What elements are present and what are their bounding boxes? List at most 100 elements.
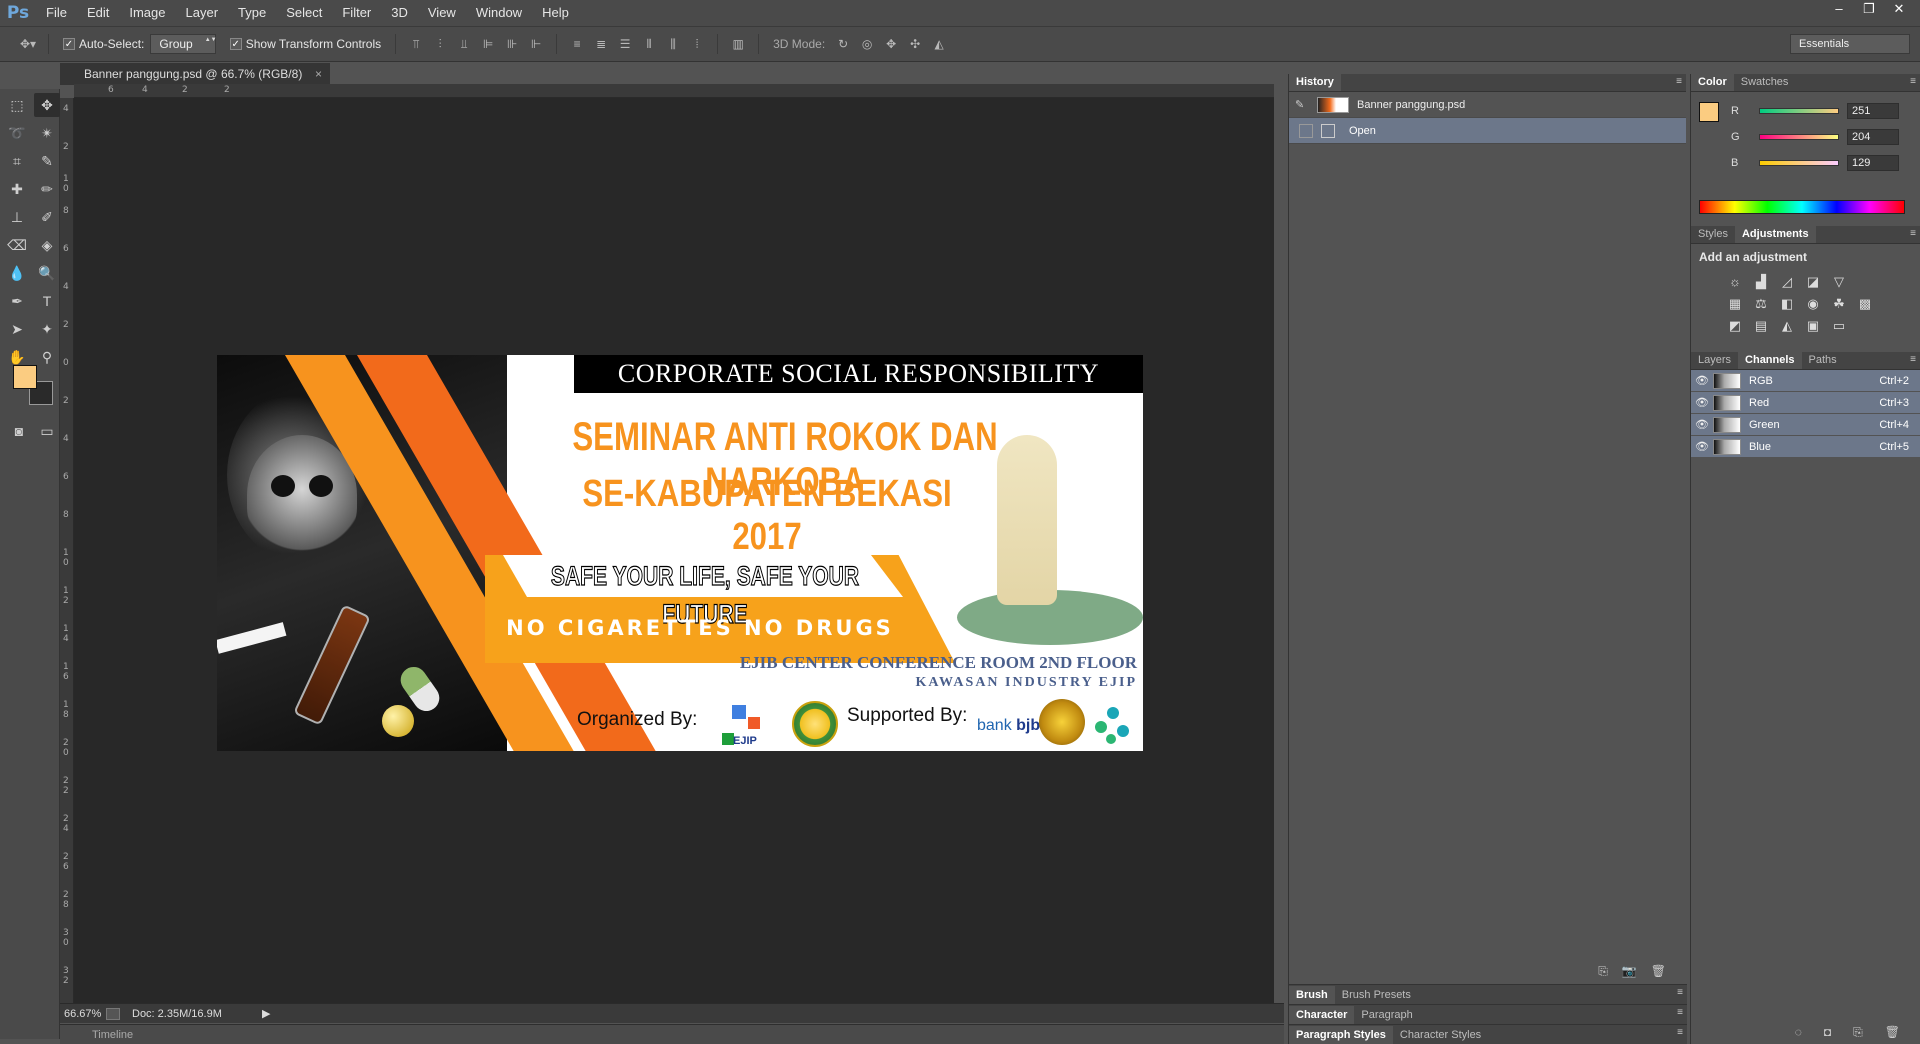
clone-stamp-tool-icon[interactable]: ⊥	[4, 205, 30, 229]
workspace-dropdown[interactable]: Essentials	[1790, 34, 1910, 54]
tab-channels[interactable]: Channels	[1738, 352, 1802, 369]
rotate-3d-icon[interactable]: ↻	[833, 36, 853, 52]
color-lookup-icon[interactable]: ▩	[1853, 296, 1877, 312]
menu-image[interactable]: Image	[119, 0, 175, 26]
align-hcenter-icon[interactable]: ⊪	[502, 36, 522, 52]
load-channel-selection-icon[interactable]: ◌	[1795, 1025, 1802, 1040]
posterize-icon[interactable]: ▤	[1749, 318, 1773, 334]
foreground-color-swatch[interactable]	[13, 365, 37, 389]
align-right-icon[interactable]: ⊩	[526, 36, 546, 52]
brightness-icon[interactable]: ☼	[1723, 274, 1747, 290]
zoom-level[interactable]: 66.67%	[64, 1008, 104, 1020]
align-left-icon[interactable]: ⊫	[478, 36, 498, 52]
gradient-map-icon[interactable]: ▭	[1827, 318, 1851, 334]
blue-slider[interactable]	[1759, 160, 1839, 166]
vibrance-icon[interactable]: ▽	[1827, 274, 1851, 290]
exposure-icon[interactable]: ◪	[1801, 274, 1825, 290]
tab-layers[interactable]: Layers	[1691, 352, 1738, 369]
black-white-icon[interactable]: ◧	[1775, 296, 1799, 312]
tab-color[interactable]: Color	[1691, 74, 1734, 91]
eraser-tool-icon[interactable]: ⌫	[4, 233, 30, 257]
dodge-tool-icon[interactable]: 🔍	[34, 261, 60, 285]
green-value-input[interactable]: 204	[1847, 129, 1899, 145]
healing-brush-tool-icon[interactable]: ✚	[4, 177, 30, 201]
distribute-right-icon[interactable]: ⦙	[687, 36, 707, 52]
move-tool-icon[interactable]: ✥	[34, 93, 60, 117]
path-selection-tool-icon[interactable]: ➤	[4, 317, 30, 341]
green-slider[interactable]	[1759, 134, 1839, 140]
status-menu-arrow-icon[interactable]: ▶	[262, 1007, 270, 1020]
visibility-eye-icon[interactable]: 👁	[1691, 396, 1713, 409]
tab-paragraph-styles[interactable]: Paragraph Styles	[1289, 1025, 1393, 1044]
distribute-vcenter-icon[interactable]: ≣	[591, 36, 611, 52]
history-brush-source-icon[interactable]: ✎	[1295, 98, 1309, 111]
minimize-button[interactable]: –	[1824, 0, 1854, 18]
distribute-hcenter-icon[interactable]: ⫼	[663, 36, 683, 52]
roll-3d-icon[interactable]: ◎	[857, 36, 877, 52]
red-slider[interactable]	[1759, 108, 1839, 114]
auto-select-dropdown[interactable]: Group	[150, 34, 216, 54]
panel-menu-icon[interactable]: ≡	[1910, 76, 1916, 87]
invert-icon[interactable]: ◩	[1723, 318, 1747, 334]
visibility-eye-icon[interactable]: 👁	[1691, 440, 1713, 453]
menu-window[interactable]: Window	[466, 0, 532, 26]
threshold-icon[interactable]: ◭	[1775, 318, 1799, 334]
shape-tool-icon[interactable]: ✦	[34, 317, 60, 341]
channel-row[interactable]: 👁 Green Ctrl+4	[1691, 414, 1920, 436]
close-button[interactable]: ✕	[1884, 0, 1914, 18]
new-document-from-state-icon[interactable]: ⎘	[1598, 964, 1608, 979]
menu-view[interactable]: View	[418, 0, 466, 26]
create-snapshot-icon[interactable]: 📷	[1622, 964, 1637, 979]
color-foreground-swatch[interactable]	[1699, 102, 1719, 122]
history-brush-tool-icon[interactable]: ✐	[34, 205, 60, 229]
panel-menu-icon[interactable]: ≡	[1677, 1027, 1683, 1038]
color-spectrum-bar[interactable]	[1699, 200, 1905, 214]
align-vcenter-icon[interactable]: ⫶	[430, 36, 450, 52]
crop-tool-icon[interactable]: ⌗	[4, 149, 30, 173]
blur-tool-icon[interactable]: 💧	[4, 261, 30, 285]
distribute-top-icon[interactable]: ≡	[567, 36, 587, 52]
screen-mode-icon[interactable]: ▭	[34, 419, 60, 443]
visibility-eye-icon[interactable]: 👁	[1691, 418, 1713, 431]
paint-bucket-tool-icon[interactable]: ◈	[34, 233, 60, 257]
panel-menu-icon[interactable]: ≡	[1910, 228, 1916, 239]
banner-image[interactable]: CORPORATE SOCIAL RESPONSIBILITY SEMINAR …	[217, 355, 1143, 751]
move-tool-preset-icon[interactable]: ✥▾	[18, 36, 38, 52]
lasso-tool-icon[interactable]: ➰	[4, 121, 30, 145]
menu-file[interactable]: File	[36, 0, 77, 26]
tab-paragraph[interactable]: Paragraph	[1354, 1006, 1419, 1024]
curves-icon[interactable]: ◿	[1775, 274, 1799, 290]
hue-saturation-icon[interactable]: ▦	[1723, 296, 1747, 312]
photo-filter-icon[interactable]: ◉	[1801, 296, 1825, 312]
panel-menu-icon[interactable]: ≡	[1910, 354, 1916, 365]
tab-brush[interactable]: Brush	[1289, 985, 1335, 1004]
pan-3d-icon[interactable]: ✥	[881, 36, 901, 52]
tab-paths[interactable]: Paths	[1802, 352, 1844, 369]
tab-brush-presets[interactable]: Brush Presets	[1335, 986, 1418, 1004]
tab-character[interactable]: Character	[1289, 1005, 1355, 1024]
align-top-icon[interactable]: ⫪	[406, 36, 426, 52]
auto-select-checkbox[interactable]: ✓ Auto-Select:	[63, 37, 144, 51]
zoom-tool-icon[interactable]: ⚲	[34, 345, 60, 369]
panel-menu-icon[interactable]: ≡	[1677, 1007, 1683, 1018]
blue-value-input[interactable]: 129	[1847, 155, 1899, 171]
menu-edit[interactable]: Edit	[77, 0, 119, 26]
tab-adjustments[interactable]: Adjustments	[1734, 226, 1816, 243]
panel-menu-icon[interactable]: ≡	[1677, 987, 1683, 998]
panel-menu-icon[interactable]: ≡	[1676, 76, 1682, 87]
channel-row[interactable]: 👁 RGB Ctrl+2	[1691, 370, 1920, 392]
restore-button[interactable]: ❐	[1854, 0, 1884, 18]
delete-state-icon[interactable]: 🗑	[1651, 964, 1666, 979]
menu-type[interactable]: Type	[228, 0, 276, 26]
status-info-icon[interactable]	[106, 1007, 120, 1020]
tab-character-styles[interactable]: Character Styles	[1393, 1026, 1488, 1044]
channel-mixer-icon[interactable]: ☘	[1827, 296, 1851, 312]
timeline-panel[interactable]: Timeline	[60, 1024, 1284, 1044]
brush-tool-icon[interactable]: ✏	[34, 177, 60, 201]
levels-icon[interactable]: ▟	[1749, 274, 1773, 290]
history-snapshot-row[interactable]: ✎ Banner panggung.psd	[1289, 92, 1686, 118]
marquee-tool-icon[interactable]: ⬚	[4, 93, 30, 117]
menu-select[interactable]: Select	[276, 0, 332, 26]
channel-row[interactable]: 👁 Blue Ctrl+5	[1691, 436, 1920, 458]
menu-3d[interactable]: 3D	[381, 0, 418, 26]
